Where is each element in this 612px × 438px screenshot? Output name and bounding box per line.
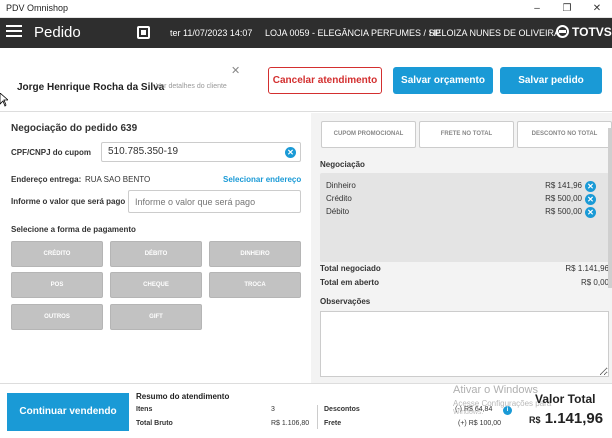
pay-pos-button[interactable]: POS (11, 272, 103, 298)
total-open-value: R$ 0,00 (580, 278, 609, 287)
payment-method: Crédito (326, 194, 352, 203)
list-item: Crédito R$ 500,00 ✕ (326, 194, 596, 206)
negotiation-panel: Negociação do pedido 639 CPF/CNPJ do cup… (0, 113, 311, 383)
amount-input[interactable] (128, 190, 301, 213)
customer-name: Jorge Henrique Rocha da Silva (17, 82, 165, 93)
pay-exchange-button[interactable]: TROCA (209, 272, 301, 298)
window-title: PDV Omnishop (6, 3, 69, 13)
discount-label: Descontos (324, 406, 360, 413)
list-item: Dinheiro R$ 141,96 ✕ (326, 181, 596, 193)
page-title: Pedido (34, 24, 81, 41)
header-date: ter 11/07/2023 14:07 (170, 28, 253, 38)
payment-value: R$ 500,00 (545, 194, 582, 203)
total-open-row: Total em aberto R$ 0,00 (320, 278, 609, 287)
cpf-input[interactable]: 510.785.350-19 (101, 142, 301, 162)
address-value: RUA SAO BENTO (85, 175, 151, 184)
select-address-link[interactable]: Selecionar endereço (223, 175, 301, 184)
remove-payment-icon[interactable]: ✕ (585, 181, 596, 192)
remove-payment-icon[interactable]: ✕ (585, 207, 596, 218)
payment-title: Selecione a forma de pagamento (11, 225, 136, 234)
shipping-total-button[interactable]: FRETE NO TOTAL (419, 121, 514, 148)
payments-list: Dinheiro R$ 141,96 ✕ Crédito R$ 500,00 ✕… (320, 173, 609, 262)
total-value-label: Valor Total (535, 392, 596, 406)
address-label: Endereço entrega: (11, 175, 82, 184)
customer-bar: ✕ Jorge Henrique Rocha da Silva Ver deta… (0, 48, 612, 112)
clear-cpf-icon[interactable]: ✕ (285, 147, 296, 158)
footer-summary: Continuar vendendo Resumo do atendimento… (0, 383, 612, 438)
save-order-button[interactable]: Salvar pedido (500, 67, 602, 94)
close-icon[interactable]: ✕ (582, 0, 612, 18)
restore-icon[interactable]: ❐ (552, 0, 582, 18)
total-negotiated-value: R$ 1.141,96 (565, 264, 609, 273)
pay-cash-button[interactable]: DINHEIRO (209, 241, 301, 267)
discount-total-button[interactable]: DESCONTO NO TOTAL (517, 121, 612, 148)
header-user: HELOIZA NUNES DE OLIVEIRA (429, 28, 561, 38)
summary-panel: CUPOM PROMOCIONAL FRETE NO TOTAL DESCONT… (311, 113, 612, 383)
negotiation-title: Negociação do pedido 639 (11, 123, 138, 134)
payment-method: Débito (326, 207, 350, 216)
pay-credit-button[interactable]: CRÉDITO (11, 241, 103, 267)
total-open-label: Total em aberto (320, 278, 379, 287)
continue-selling-button[interactable]: Continuar vendendo (7, 393, 129, 431)
payment-value: R$ 500,00 (545, 207, 582, 216)
menu-icon[interactable] (6, 25, 22, 39)
gross-value: R$ 1.106,80 (271, 420, 310, 427)
promo-coupon-button[interactable]: CUPOM PROMOCIONAL (321, 121, 416, 148)
payment-method: Dinheiro (326, 181, 356, 190)
pay-debit-button[interactable]: DÉBITO (110, 241, 202, 267)
total-negotiated-label: Total negociado (320, 264, 381, 273)
list-item: Débito R$ 500,00 ✕ (326, 207, 596, 219)
remove-customer-icon[interactable]: ✕ (231, 64, 240, 77)
header-store: LOJA 0059 - ELEGÂNCIA PERFUMES / SP (265, 28, 441, 38)
pay-gift-button[interactable]: GIFT (110, 304, 202, 330)
totvs-logo: TOTVS (556, 25, 612, 39)
amount-label: Informe o valor que será pago (11, 197, 126, 206)
qr-code-icon[interactable] (137, 26, 150, 39)
windows-activation-sub2: Windows. (453, 409, 484, 416)
app-header: Pedido ter 11/07/2023 14:07 LOJA 0059 - … (0, 18, 612, 48)
total-negotiated-row: Total negociado R$ 1.141,96 (320, 264, 609, 273)
minimize-icon[interactable]: – (522, 0, 552, 18)
negotiation-list-title: Negociação (320, 160, 365, 169)
mouse-cursor-icon (0, 93, 8, 107)
items-value: 3 (271, 406, 275, 413)
gross-label: Total Bruto (136, 420, 173, 427)
windows-activation-title: Ativar o Windows (453, 384, 538, 396)
notes-label: Observações (320, 297, 371, 306)
remove-payment-icon[interactable]: ✕ (585, 194, 596, 205)
items-label: Itens (136, 406, 153, 413)
shipping-value: (+) R$ 100,00 (458, 420, 501, 427)
total-value: R$ 1.141,96 (529, 410, 604, 427)
totvs-logo-icon (556, 25, 569, 38)
window-titlebar: PDV Omnishop – ❐ ✕ (0, 0, 612, 18)
scrollbar[interactable] (608, 128, 612, 288)
summary-title: Resumo do atendimento (136, 392, 230, 401)
cpf-label: CPF/CNPJ do cupom (11, 148, 92, 157)
pay-check-button[interactable]: CHEQUE (110, 272, 202, 298)
summary-divider (317, 405, 318, 429)
payment-value: R$ 141,96 (545, 181, 582, 190)
save-budget-button[interactable]: Salvar orçamento (393, 67, 493, 94)
customer-details-link[interactable]: Ver detalhes do cliente (156, 83, 227, 90)
notes-textarea[interactable] (320, 311, 609, 377)
pay-other-button[interactable]: OUTROS (11, 304, 103, 330)
shipping-label: Frete (324, 420, 342, 427)
cancel-service-button[interactable]: Cancelar atendimento (268, 67, 382, 94)
